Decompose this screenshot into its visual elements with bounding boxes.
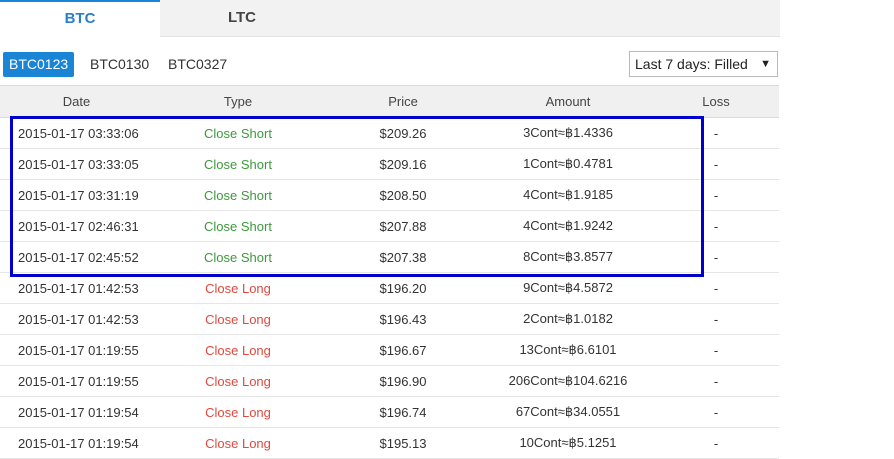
row-amount: 1Cont≈฿0.4781 xyxy=(483,148,653,180)
header-date: Date xyxy=(0,85,153,118)
row-type: Close Short xyxy=(153,117,323,149)
row-type: Close Long xyxy=(153,272,323,304)
row-type: Close Long xyxy=(153,365,323,397)
currency-tabs: BTC LTC xyxy=(0,0,780,37)
table-row: 2015-01-17 03:33:05 Close Short $209.16 … xyxy=(0,148,779,180)
contract-btc0327-button[interactable]: BTC0327 xyxy=(162,52,233,77)
row-amount: 206Cont≈฿104.6216 xyxy=(483,365,653,397)
row-price: $209.16 xyxy=(323,148,483,180)
contract-btc0123-button[interactable]: BTC0123 xyxy=(3,52,75,77)
contract-btc0130-button[interactable]: BTC0130 xyxy=(84,52,155,77)
row-date: 2015-01-17 03:31:19 xyxy=(0,179,153,211)
row-date: 2015-01-17 02:45:52 xyxy=(0,241,153,273)
row-price: $209.26 xyxy=(323,117,483,149)
row-loss: - xyxy=(653,303,779,335)
row-date: 2015-01-17 01:19:54 xyxy=(0,427,153,459)
row-loss: - xyxy=(653,427,779,459)
row-date: 2015-01-17 01:42:53 xyxy=(0,303,153,335)
row-date: 2015-01-17 02:46:31 xyxy=(0,210,153,242)
header-price: Price xyxy=(323,85,483,118)
row-type: Close Short xyxy=(153,179,323,211)
row-date: 2015-01-17 01:19:54 xyxy=(0,396,153,428)
row-type: Close Long xyxy=(153,427,323,459)
period-filter-value: Last 7 days: Filled xyxy=(635,56,748,72)
table-row: 2015-01-17 01:19:55 Close Long $196.67 1… xyxy=(0,334,779,366)
table-row: 2015-01-17 01:19:54 Close Long $195.13 1… xyxy=(0,427,779,459)
row-loss: - xyxy=(653,334,779,366)
row-amount: 4Cont≈฿1.9242 xyxy=(483,210,653,242)
row-date: 2015-01-17 03:33:06 xyxy=(0,117,153,149)
header-amount: Amount xyxy=(483,85,653,118)
row-amount: 2Cont≈฿1.0182 xyxy=(483,303,653,335)
header-loss: Loss xyxy=(653,85,779,118)
trades-table: Date Type Price Amount Loss 2015-01-17 0… xyxy=(0,85,779,459)
row-loss: - xyxy=(653,396,779,428)
row-loss: - xyxy=(653,365,779,397)
row-date: 2015-01-17 01:19:55 xyxy=(0,334,153,366)
tab-ltc[interactable]: LTC xyxy=(162,0,322,36)
period-filter-select[interactable]: Last 7 days: Filled ▼ xyxy=(629,51,778,77)
row-price: $196.67 xyxy=(323,334,483,366)
row-price: $208.50 xyxy=(323,179,483,211)
table-header-row: Date Type Price Amount Loss xyxy=(0,85,779,118)
row-type: Close Long xyxy=(153,396,323,428)
row-loss: - xyxy=(653,241,779,273)
table-row: 2015-01-17 02:46:31 Close Short $207.88 … xyxy=(0,210,779,242)
row-type: Close Short xyxy=(153,241,323,273)
tab-btc[interactable]: BTC xyxy=(0,0,160,37)
row-price: $196.90 xyxy=(323,365,483,397)
table-row: 2015-01-17 01:42:53 Close Long $196.20 9… xyxy=(0,272,779,304)
row-type: Close Short xyxy=(153,148,323,180)
row-amount: 3Cont≈฿1.4336 xyxy=(483,117,653,149)
row-loss: - xyxy=(653,179,779,211)
row-date: 2015-01-17 01:42:53 xyxy=(0,272,153,304)
dropdown-arrow-icon: ▼ xyxy=(760,58,771,70)
row-amount: 67Cont≈฿34.0551 xyxy=(483,396,653,428)
row-price: $195.13 xyxy=(323,427,483,459)
row-price: $196.43 xyxy=(323,303,483,335)
trade-history-panel: BTC LTC BTC0123 BTC0130 BTC0327 Last 7 d… xyxy=(0,0,780,459)
table-row: 2015-01-17 02:45:52 Close Short $207.38 … xyxy=(0,241,779,273)
row-loss: - xyxy=(653,210,779,242)
row-loss: - xyxy=(653,272,779,304)
row-amount: 13Cont≈฿6.6101 xyxy=(483,334,653,366)
row-loss: - xyxy=(653,148,779,180)
row-loss: - xyxy=(653,117,779,149)
row-date: 2015-01-17 03:33:05 xyxy=(0,148,153,180)
table-row: 2015-01-17 03:33:06 Close Short $209.26 … xyxy=(0,117,779,149)
header-type: Type xyxy=(153,85,323,118)
row-price: $196.20 xyxy=(323,272,483,304)
row-type: Close Long xyxy=(153,303,323,335)
row-type: Close Short xyxy=(153,210,323,242)
table-row: 2015-01-17 01:19:55 Close Long $196.90 2… xyxy=(0,365,779,397)
row-date: 2015-01-17 01:19:55 xyxy=(0,365,153,397)
row-type: Close Long xyxy=(153,334,323,366)
row-amount: 4Cont≈฿1.9185 xyxy=(483,179,653,211)
row-amount: 10Cont≈฿5.1251 xyxy=(483,427,653,459)
row-price: $207.88 xyxy=(323,210,483,242)
row-price: $207.38 xyxy=(323,241,483,273)
row-price: $196.74 xyxy=(323,396,483,428)
table-row: 2015-01-17 03:31:19 Close Short $208.50 … xyxy=(0,179,779,211)
table-row: 2015-01-17 01:42:53 Close Long $196.43 2… xyxy=(0,303,779,335)
row-amount: 9Cont≈฿4.5872 xyxy=(483,272,653,304)
table-row: 2015-01-17 01:19:54 Close Long $196.74 6… xyxy=(0,396,779,428)
row-amount: 8Cont≈฿3.8577 xyxy=(483,241,653,273)
